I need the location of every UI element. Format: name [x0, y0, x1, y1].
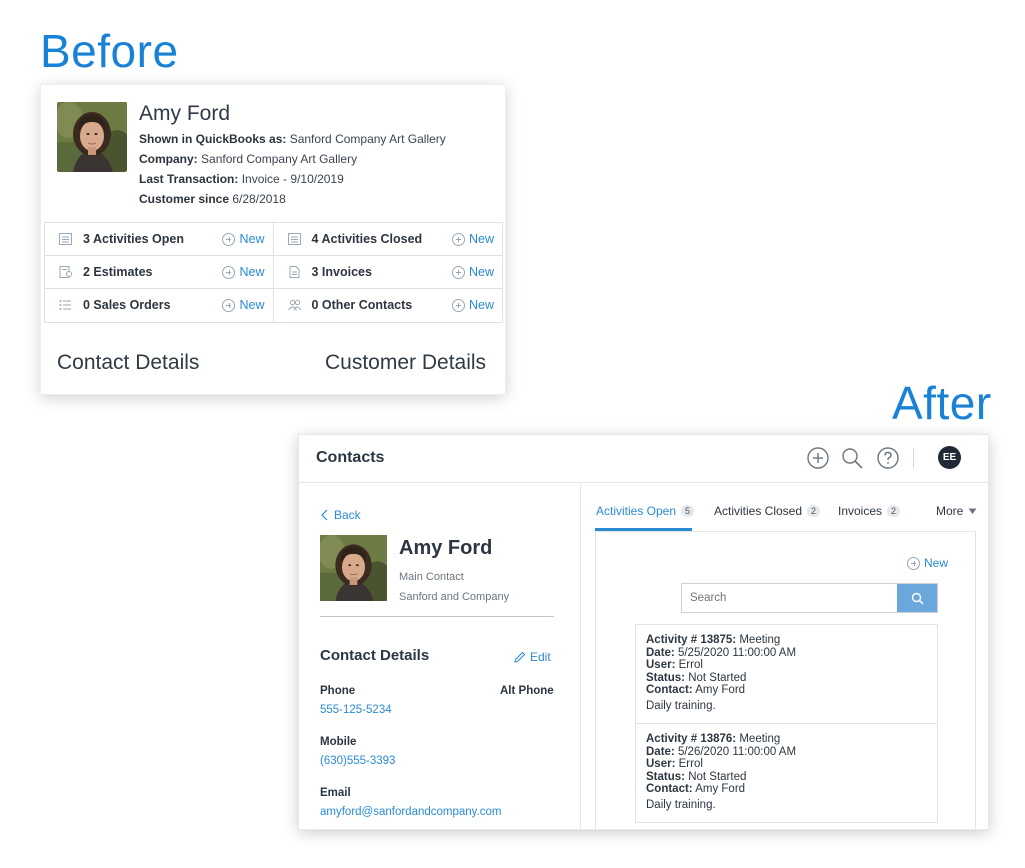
customer-name: Amy Ford	[139, 102, 231, 125]
search-input[interactable]	[682, 584, 898, 612]
email-link[interactable]: amyford@sanfordandcompany.com	[320, 806, 502, 818]
mobile-label: Mobile	[320, 736, 357, 748]
contact-photo	[320, 535, 387, 601]
list-icon	[287, 233, 301, 245]
contact-name: Amy Ford	[399, 537, 493, 559]
header-divider	[913, 448, 914, 468]
count-badge: 2	[887, 505, 901, 517]
after-label: After	[892, 377, 992, 429]
count-badge: 2	[807, 505, 821, 517]
phone-label: Phone	[320, 685, 356, 697]
before-label: Before	[40, 25, 179, 77]
list-item[interactable]: Activity # 13876: Meeting Date: 5/26/202…	[636, 724, 937, 823]
edit-button[interactable]: Edit	[514, 650, 551, 664]
after-contacts-window: Contacts EE Back Amy Ford Main Contact S…	[298, 434, 989, 830]
contact-subtitle: Main Contact Sanford and Company	[399, 571, 510, 603]
contact-details-tab[interactable]: Contact Details	[57, 351, 199, 375]
tab-activities-open[interactable]: Activities Open 5	[596, 504, 695, 518]
before-customer-card: Amy Ford Shown in QuickBooks as: Sanford…	[40, 84, 506, 395]
help-icon[interactable]	[876, 446, 900, 470]
search-box	[681, 583, 938, 613]
search-icon	[911, 592, 924, 605]
activity-list: Activity # 13875: Meeting Date: 5/25/202…	[635, 624, 938, 823]
search-button[interactable]	[897, 584, 937, 612]
list-item[interactable]: Activity # 13875: Meeting Date: 5/25/202…	[636, 625, 937, 724]
activities-open-cell[interactable]: 3 Activities Open New	[45, 223, 274, 256]
activities-closed-cell[interactable]: 4 Activities Closed New	[273, 223, 502, 256]
customer-details-tab[interactable]: Customer Details	[325, 351, 486, 375]
plus-circle-icon	[222, 298, 236, 312]
sales-orders-cell[interactable]: 0 Sales Orders New	[45, 289, 274, 322]
document-icon	[289, 266, 299, 278]
pencil-icon	[514, 651, 526, 663]
new-estimate-link[interactable]: New	[222, 265, 265, 279]
info-row: Last Transaction: Invoice - 9/10/2019	[139, 172, 344, 186]
divider	[320, 616, 554, 617]
chevron-left-icon	[321, 509, 328, 521]
email-label: Email	[320, 787, 351, 799]
add-icon[interactable]	[806, 446, 830, 470]
activity-panel: Activities Open 5 Activities Closed 2 Invo…	[582, 484, 988, 829]
plus-circle-icon	[222, 232, 236, 246]
new-contact-link[interactable]: New	[451, 298, 494, 312]
plus-circle-icon	[451, 265, 465, 279]
invoices-cell[interactable]: 3 Invoices New	[273, 256, 502, 289]
avatar	[57, 102, 127, 172]
activities-content: New Activity # 13875: Meeting Date: 5/25…	[595, 531, 976, 829]
estimate-icon	[59, 266, 72, 278]
new-sales-order-link[interactable]: New	[222, 298, 265, 312]
plus-circle-icon	[451, 232, 465, 246]
tab-more[interactable]: More	[936, 504, 977, 518]
list-icon	[59, 233, 72, 245]
search-icon[interactable]	[840, 446, 864, 470]
new-invoice-link[interactable]: New	[451, 265, 494, 279]
summary-grid: 3 Activities Open New 4 Activities Close…	[44, 222, 503, 323]
plus-circle-icon	[907, 556, 920, 570]
count-badge: 5	[681, 505, 695, 517]
people-icon	[287, 299, 301, 311]
contact-sidebar: Back Amy Ford Main Contact Sanford and C…	[299, 484, 581, 829]
new-activity-open-link[interactable]: New	[222, 232, 265, 246]
back-link[interactable]: Back	[321, 508, 361, 522]
phone-link[interactable]: 555-125-5234	[320, 704, 392, 716]
user-avatar[interactable]: EE	[938, 446, 961, 469]
caret-down-icon	[968, 508, 977, 514]
bullet-list-icon	[59, 300, 71, 310]
info-row: Shown in QuickBooks as: Sanford Company …	[139, 132, 446, 146]
customer-info: Shown in QuickBooks as: Sanford Company …	[139, 129, 446, 209]
tab-invoices[interactable]: Invoices 2	[838, 504, 901, 518]
plus-circle-icon	[451, 298, 465, 312]
new-activity-button[interactable]: New	[907, 556, 948, 570]
app-header: Contacts EE	[299, 435, 988, 483]
info-row: Company: Sanford Company Art Gallery	[139, 152, 358, 166]
other-contacts-cell[interactable]: 0 Other Contacts New	[274, 289, 503, 322]
tab-activities-closed[interactable]: Activities Closed 2	[714, 504, 821, 518]
new-activity-closed-link[interactable]: New	[451, 232, 494, 246]
mobile-link[interactable]: (630)555-3393	[320, 755, 395, 767]
contact-details-heading: Contact Details	[320, 647, 430, 664]
estimates-cell[interactable]: 2 Estimates New	[45, 256, 274, 289]
info-row: Customer since 6/28/2018	[139, 192, 286, 206]
plus-circle-icon	[222, 265, 236, 279]
page-title: Contacts	[316, 449, 385, 466]
alt-phone-label: Alt Phone	[500, 685, 554, 697]
